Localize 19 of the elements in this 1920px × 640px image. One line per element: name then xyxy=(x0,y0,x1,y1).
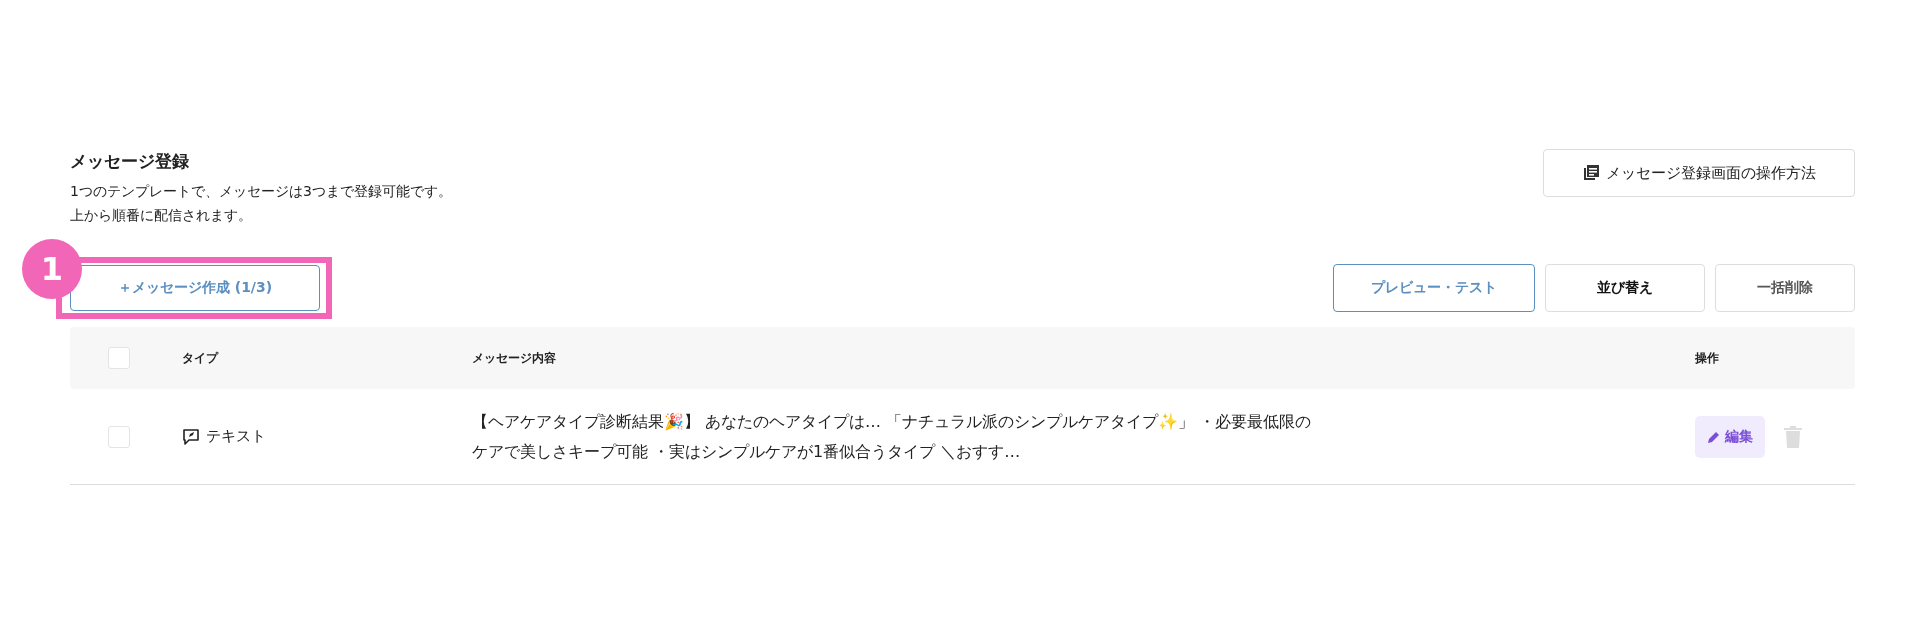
column-header: タイプ xyxy=(182,349,220,367)
help-button[interactable]: メッセージ登録画面の操作方法 xyxy=(1543,149,1855,197)
message-content: 【ヘアケアタイプ診断結果🎉】 あなたのヘアタイプは… 「ナチュラル派のシンプルケアタイプ✨」 ・必要最低限のケアで美しさキープ可能 ・実はシンプルケアが1番似合うタイプ ＼おすす… xyxy=(472,410,1313,463)
document-icon xyxy=(1582,164,1600,182)
action-button[interactable]: 並び替え xyxy=(1545,264,1705,312)
column-header: 操作 xyxy=(1694,349,1720,367)
step-badge: 1 xyxy=(22,239,82,299)
description-text: 上から順番に配信されます。 xyxy=(70,206,253,225)
column-header: メッセージ内容 xyxy=(472,349,557,367)
pencil-icon xyxy=(1707,429,1721,444)
row-checkbox[interactable] xyxy=(108,425,130,448)
action-button[interactable]: 一括削除 xyxy=(1715,264,1855,312)
chat-icon xyxy=(182,427,200,446)
select-all-checkbox[interactable] xyxy=(108,347,130,369)
description-text: 1つのテンプレートで、メッセージは3つまで登録可能です。 xyxy=(70,182,452,201)
section-title: メッセージ登録 xyxy=(70,150,190,173)
edit-button[interactable]: 編集 xyxy=(1695,415,1765,458)
trash-icon[interactable] xyxy=(1783,424,1803,449)
type-text: テキスト xyxy=(206,427,266,446)
